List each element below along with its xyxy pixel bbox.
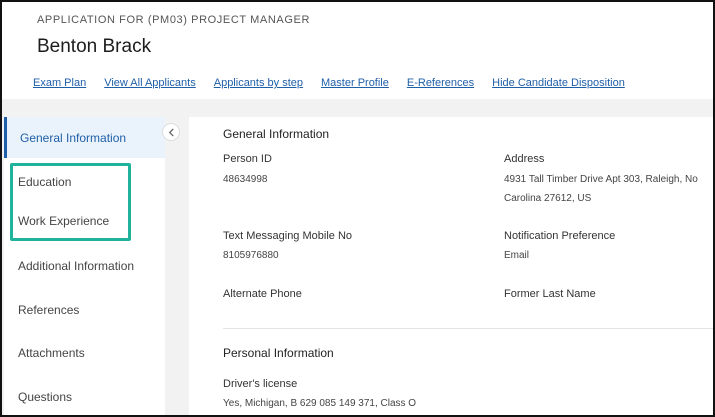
master-profile-link[interactable]: Master Profile [321, 77, 389, 89]
e-references-link[interactable]: E-References [407, 77, 474, 89]
page-title: Benton Brack [37, 36, 152, 57]
sidebar-item-work-experience[interactable]: Work Experience [4, 201, 165, 241]
drivers-license-value: Yes, Michigan, B 629 085 149 371, Class … [223, 398, 417, 409]
sidebar-nav: General Information Education Work Exper… [4, 117, 165, 415]
mobile-value: 8105976880 [223, 250, 279, 261]
sidebar-item-additional-information[interactable]: Additional Information [4, 246, 165, 286]
address-line-2: Carolina 27612, US [504, 193, 592, 204]
hide-candidate-disposition-link[interactable]: Hide Candidate Disposition [492, 77, 625, 89]
address-line-1: 4931 Tall Timber Drive Apt 303, Raleigh,… [504, 174, 698, 185]
personal-information-heading: Personal Information [223, 346, 334, 360]
sidebar-item-references[interactable]: References [4, 290, 165, 330]
person-id-value: 48634998 [223, 174, 268, 185]
address-label: Address [504, 153, 545, 165]
sidebar-item-attachments[interactable]: Attachments [4, 333, 165, 373]
mobile-label: Text Messaging Mobile No [223, 230, 353, 242]
action-links: Exam Plan View All Applicants Applicants… [33, 77, 625, 89]
alternate-phone-label: Alternate Phone [223, 288, 302, 300]
notification-preference-label: Notification Preference [504, 230, 616, 242]
chevron-left-icon [168, 127, 174, 137]
drivers-license-label: Driver's license [223, 378, 298, 390]
exam-plan-link[interactable]: Exam Plan [33, 77, 86, 89]
view-all-applicants-link[interactable]: View All Applicants [104, 77, 196, 89]
page-header: APPLICATION FOR (PM03) PROJECT MANAGER B… [2, 2, 713, 99]
general-information-heading: General Information [223, 127, 330, 141]
sidebar-item-general-information[interactable]: General Information [4, 117, 165, 158]
section-divider [223, 328, 713, 329]
notification-preference-value: Email [504, 250, 530, 261]
applicants-by-step-link[interactable]: Applicants by step [214, 77, 303, 89]
sidebar-item-education[interactable]: Education [4, 162, 165, 202]
sidebar-item-questions[interactable]: Questions [4, 377, 165, 415]
former-last-name-label: Former Last Name [504, 288, 596, 300]
page-subtitle: APPLICATION FOR (PM03) PROJECT MANAGER [37, 14, 310, 26]
collapse-sidebar-button[interactable] [162, 123, 180, 141]
application-window: APPLICATION FOR (PM03) PROJECT MANAGER B… [0, 0, 715, 417]
person-id-label: Person ID [223, 153, 272, 165]
